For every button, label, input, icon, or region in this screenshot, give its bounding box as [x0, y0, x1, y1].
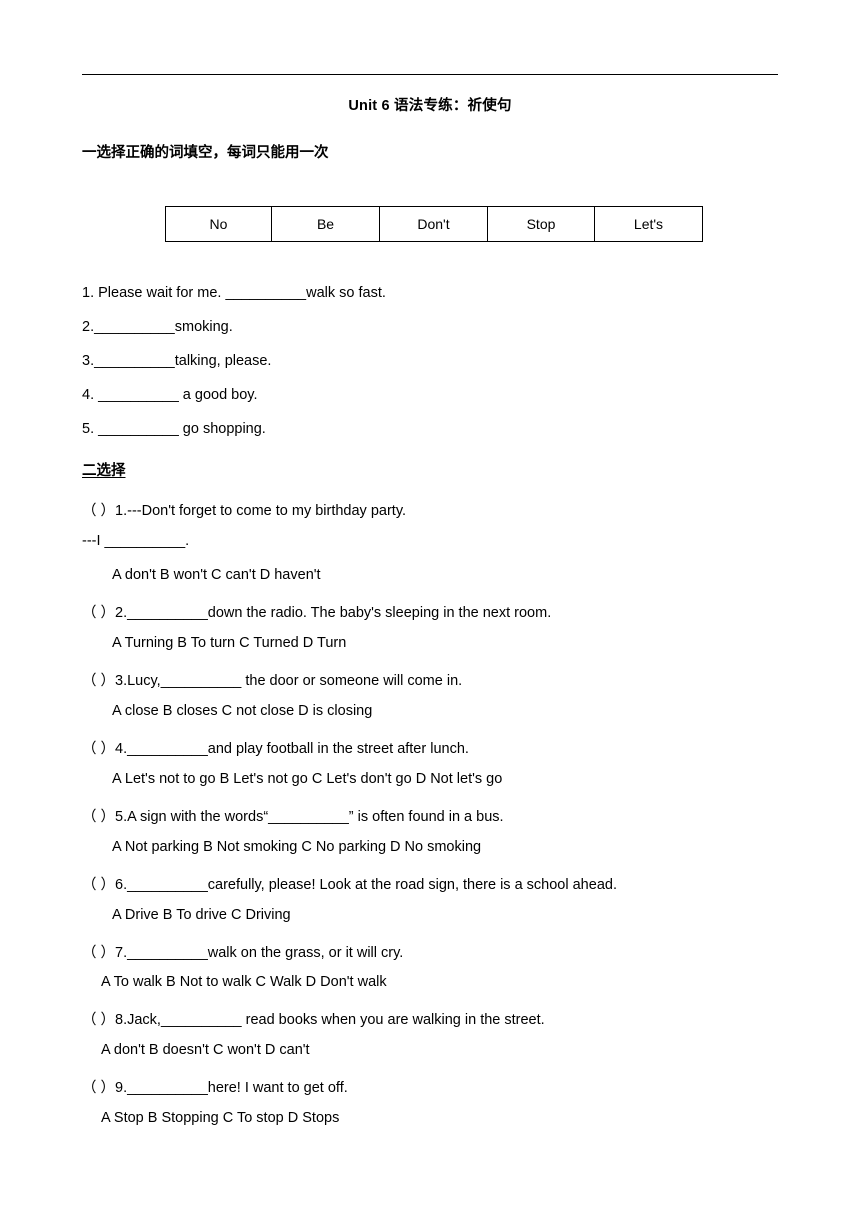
fill-blank-item-5: 5. __________ go shopping.: [82, 421, 266, 437]
mc-item-3-stem: （ ）3.Lucy,__________ the door or someone…: [82, 673, 463, 689]
mc-item-1-options: A don't B won't C can't D haven't: [112, 567, 321, 583]
mc-item-5-options: A Not parking B Not smoking C No parking…: [112, 839, 482, 855]
fill-blank-item-1: 1. Please wait for me. __________walk so…: [82, 285, 386, 301]
mc-item-4-options: A Let's not to go B Let's not go C Let's…: [112, 771, 503, 787]
fill-blank-item-3: 3.__________talking, please.: [82, 353, 272, 369]
mc-item-6-stem: （ ）6.__________carefully, please! Look a…: [82, 877, 617, 893]
section-one-heading: 一选择正确的词填空，每词只能用一次: [82, 145, 329, 161]
word-bank-table: No Be Don't Stop Let's: [165, 206, 703, 242]
table-row: No Be Don't Stop Let's: [165, 206, 703, 242]
mc-item-2-options: A Turning B To turn C Turned D Turn: [112, 635, 347, 651]
word-bank-cell-2: Don't: [379, 206, 488, 242]
mc-item-5-stem: （ ）5.A sign with the words“__________” i…: [82, 809, 504, 825]
word-bank-cell-3: Stop: [487, 206, 595, 242]
mc-item-8-stem: （ ）8.Jack,__________ read books when you…: [82, 1012, 545, 1028]
mc-item-1-stem: （ ）1.---Don't forget to come to my birth…: [82, 503, 407, 519]
mc-item-4-stem: （ ）4.__________and play football in the …: [82, 741, 469, 757]
mc-item-1-stem-continued: ---I __________.: [82, 533, 190, 549]
mc-item-7-stem: （ ）7.__________walk on the grass, or it …: [82, 945, 404, 961]
mc-item-9-options: A Stop B Stopping C To stop D Stops: [101, 1110, 340, 1126]
fill-blank-item-4: 4. __________ a good boy.: [82, 387, 258, 403]
mc-item-2-stem: （ ）2.__________down the radio. The baby'…: [82, 605, 552, 621]
fill-blank-item-2: 2.__________smoking.: [82, 319, 233, 335]
mc-item-7-options: A To walk B Not to walk C Walk D Don't w…: [101, 974, 387, 990]
mc-item-3-options: A close B closes C not close D is closin…: [112, 703, 373, 719]
header-rule: [82, 74, 778, 75]
page-title: Unit 6 语法专练：祈使句: [348, 98, 512, 114]
mc-item-6-options: A Drive B To drive C Driving: [112, 907, 291, 923]
section-two-heading: 二选择: [82, 463, 126, 479]
word-bank-cell-4: Let's: [594, 206, 703, 242]
mc-item-9-stem: （ ）9.__________here! I want to get off.: [82, 1080, 348, 1096]
mc-item-8-options: A don't B doesn't C won't D can't: [101, 1042, 310, 1058]
word-bank-cell-0: No: [165, 206, 272, 242]
document-page: Unit 6 语法专练：祈使句 一选择正确的词填空，每词只能用一次 No Be …: [0, 0, 860, 1216]
word-bank-cell-1: Be: [271, 206, 380, 242]
